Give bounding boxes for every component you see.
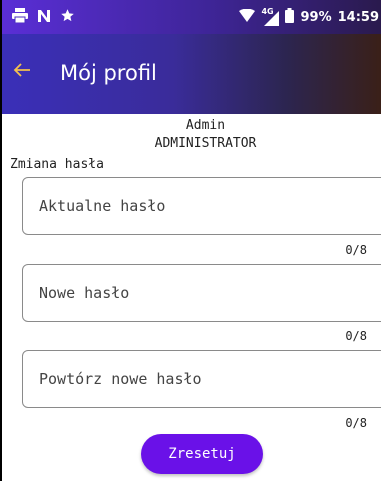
app-bar: Mój profil — [2, 34, 381, 114]
new-password-field[interactable] — [22, 264, 381, 322]
status-right: 4G 99% 14:59 — [239, 7, 379, 27]
reset-button[interactable]: Zresetuj — [141, 434, 263, 474]
new-password-counter: 0/8 — [345, 329, 367, 343]
repeat-password-counter: 0/8 — [345, 416, 367, 430]
status-left-icons — [12, 8, 75, 27]
page-title: Mój profil — [60, 61, 157, 85]
app-screen: 4G 99% 14:59 Mój profil Admin ADMINISTRA… — [0, 0, 381, 481]
user-name: Admin — [185, 118, 226, 133]
left-border — [0, 0, 2, 481]
printer-icon — [12, 8, 28, 27]
current-password-counter: 0/8 — [345, 243, 367, 257]
star-icon — [60, 8, 75, 27]
repeat-password-field[interactable] — [22, 350, 381, 408]
battery-icon — [285, 8, 295, 27]
repeat-password-input[interactable] — [39, 351, 369, 407]
n-icon — [37, 9, 51, 27]
signal-icon: 4G — [261, 7, 280, 26]
status-bar: 4G 99% 14:59 — [2, 0, 381, 34]
section-label: Zmiana hasła — [10, 157, 104, 172]
wifi-icon — [239, 8, 256, 27]
current-password-input[interactable] — [39, 178, 369, 234]
new-password-input[interactable] — [39, 265, 369, 321]
clock: 14:59 — [337, 10, 379, 25]
current-password-field[interactable] — [22, 177, 381, 235]
user-role: ADMINISTRATOR — [154, 136, 257, 151]
battery-percent: 99% — [300, 10, 332, 25]
back-arrow-icon[interactable] — [12, 58, 32, 86]
